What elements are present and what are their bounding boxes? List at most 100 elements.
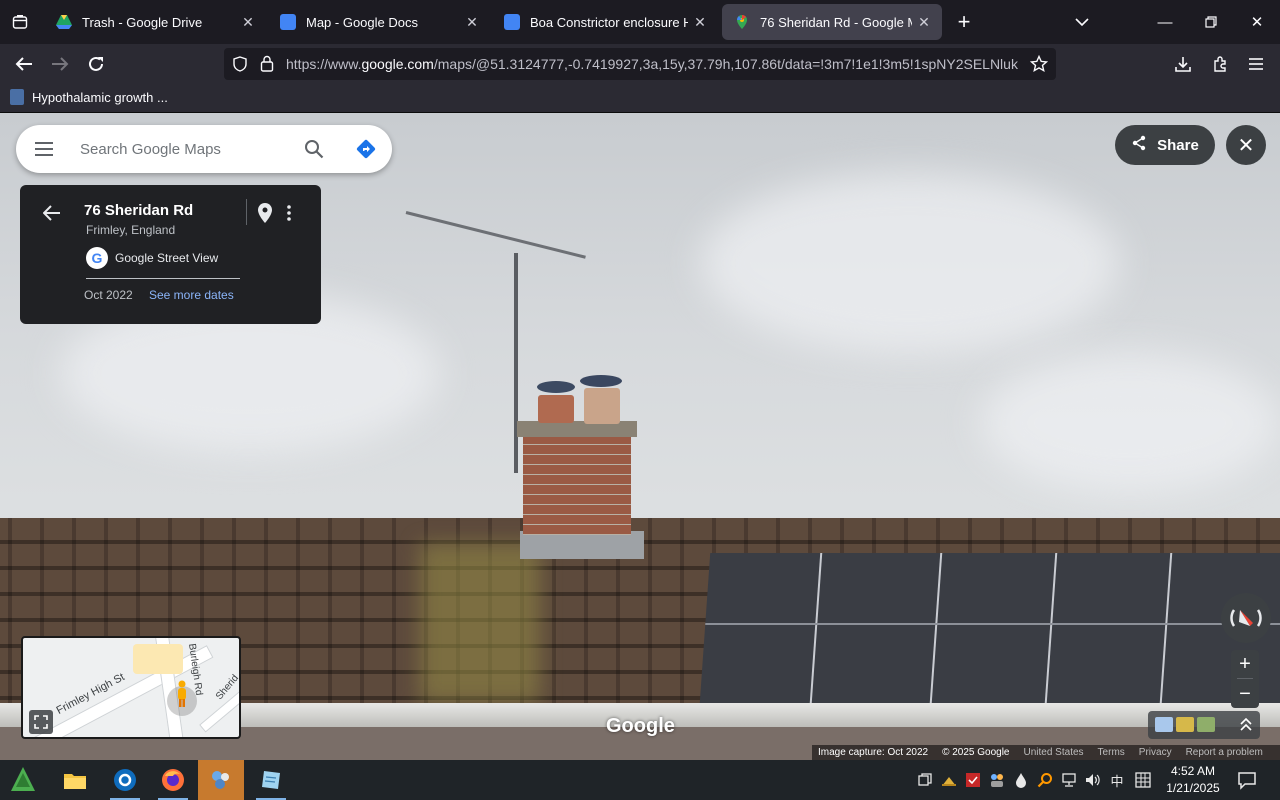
- google-docs-icon: [504, 14, 520, 30]
- volume-icon[interactable]: [1083, 770, 1103, 790]
- network-icon[interactable]: [1059, 770, 1079, 790]
- browser-tab-bar: Trash - Google Drive ✕ Map - Google Docs…: [0, 0, 1280, 44]
- app-icon[interactable]: [198, 760, 244, 800]
- chimney-pot-cowl: [580, 375, 622, 387]
- divider: [86, 278, 240, 279]
- document-icon: [10, 89, 24, 105]
- zoom-in-icon[interactable]: +: [1231, 650, 1259, 678]
- back-arrow-icon[interactable]: [8, 48, 40, 80]
- bookmark-star-icon[interactable]: [1029, 54, 1049, 78]
- compass-icon[interactable]: [1221, 593, 1271, 643]
- menu-icon[interactable]: [32, 137, 56, 161]
- notepad-icon[interactable]: [248, 760, 294, 800]
- capture-date: Oct 2022: [84, 288, 133, 302]
- bookmark-label: Hypothalamic growth ...: [32, 89, 168, 105]
- report-problem-link[interactable]: Report a problem: [1186, 747, 1263, 758]
- solar-panels: [699, 553, 1280, 703]
- clock-time: 4:52 AM: [1170, 764, 1216, 778]
- tab-google-docs-boa[interactable]: Boa Constrictor enclosure Hygi ✕: [492, 4, 718, 40]
- close-tab-icon[interactable]: ✕: [460, 14, 484, 31]
- cloud: [700, 173, 1120, 353]
- people-icon[interactable]: [987, 770, 1007, 790]
- weather-icon[interactable]: [939, 770, 959, 790]
- close-window-icon[interactable]: ✕: [1234, 0, 1280, 44]
- navigation-toolbar: https://www.google.com/maps/@51.3124777,…: [0, 44, 1280, 84]
- system-clock[interactable]: 4:52 AM 1/21/2025: [1160, 763, 1226, 797]
- tab-overview-icon[interactable]: [4, 6, 36, 38]
- droplet-icon[interactable]: [1011, 770, 1031, 790]
- privacy-link[interactable]: Privacy: [1139, 747, 1172, 758]
- source-label: Google Street View: [115, 251, 219, 265]
- attribution-bar: Image capture: Oct 2022 © 2025 Google Un…: [812, 745, 1280, 760]
- brick-chimney: [523, 435, 631, 535]
- terms-link[interactable]: Terms: [1098, 747, 1125, 758]
- close-tab-icon[interactable]: ✕: [236, 14, 260, 31]
- app-menu-icon[interactable]: [1240, 48, 1272, 80]
- fullscreen-icon[interactable]: [29, 710, 53, 734]
- street-view-panorama[interactable]: Google Image capture: Oct 2022 © 2025 Go…: [0, 113, 1280, 760]
- more-options-icon[interactable]: [278, 201, 300, 225]
- tab-title: Map - Google Docs: [306, 14, 418, 30]
- keyboard-grid-icon[interactable]: [1133, 770, 1153, 790]
- minimap[interactable]: Frimley High St Burleigh Rd Sherid: [21, 636, 241, 739]
- location-pin-icon[interactable]: [254, 201, 276, 225]
- place-subtitle: Frimley, England: [86, 223, 176, 237]
- expand-up-icon[interactable]: [1236, 715, 1256, 735]
- satellite-layer-thumb[interactable]: [1155, 717, 1173, 732]
- directions-icon[interactable]: [352, 135, 380, 163]
- tab-title: 76 Sheridan Rd - Google Maps: [760, 14, 912, 30]
- list-all-tabs-icon[interactable]: [1066, 6, 1098, 38]
- security-icon[interactable]: [963, 770, 983, 790]
- search-box: [16, 125, 392, 173]
- search-icon[interactable]: [1035, 770, 1055, 790]
- image-capture-date: Image capture: Oct 2022: [818, 747, 929, 758]
- share-button[interactable]: Share: [1115, 125, 1215, 165]
- copyright-text: © 2025 Google: [942, 747, 1010, 758]
- tab-google-maps[interactable]: 76 Sheridan Rd - Google Maps ✕: [722, 4, 942, 40]
- share-label: Share: [1157, 136, 1199, 154]
- roof-moss: [420, 543, 540, 703]
- country-link[interactable]: United States: [1024, 747, 1084, 758]
- tab-google-drive[interactable]: Trash - Google Drive ✕: [44, 4, 266, 40]
- search-icon[interactable]: [300, 135, 328, 163]
- map-layer-thumb[interactable]: [1197, 717, 1215, 732]
- close-tab-icon[interactable]: ✕: [688, 14, 712, 31]
- chimney-pot-cowl: [537, 381, 575, 393]
- google-docs-icon: [280, 14, 296, 30]
- forward-arrow-icon[interactable]: [44, 48, 76, 80]
- search-input[interactable]: [80, 137, 290, 161]
- chimney-pot: [538, 395, 574, 423]
- url-text[interactable]: https://www.google.com/maps/@51.3124777,…: [286, 56, 1022, 72]
- new-tab-icon[interactable]: +: [948, 6, 980, 38]
- close-tab-icon[interactable]: ✕: [912, 14, 936, 31]
- file-explorer-icon[interactable]: [52, 760, 98, 800]
- taskbar: 中 4:52 AM 1/21/2025: [0, 760, 1280, 800]
- shield-icon[interactable]: [232, 56, 248, 77]
- url-bar[interactable]: https://www.google.com/maps/@51.3124777,…: [224, 48, 1056, 80]
- street-view-source: G Google Street View: [86, 247, 218, 269]
- bookmarks-toolbar: Hypothalamic growth ...: [0, 84, 1280, 113]
- ime-indicator[interactable]: 中: [1107, 770, 1127, 790]
- notification-icon[interactable]: [1236, 769, 1258, 791]
- panel-divider: [809, 553, 823, 703]
- extensions-icon[interactable]: [1204, 48, 1236, 80]
- bookmark-item[interactable]: Hypothalamic growth ...: [10, 89, 168, 105]
- pegman-icon[interactable]: [175, 680, 189, 713]
- close-icon[interactable]: ✕: [1226, 125, 1266, 165]
- clock-date: 1/21/2025: [1166, 781, 1220, 795]
- firefox-icon[interactable]: [150, 760, 196, 800]
- chimney-flashing: [520, 531, 644, 559]
- see-more-dates-link[interactable]: See more dates: [149, 288, 234, 302]
- minimize-icon[interactable]: —: [1142, 0, 1188, 44]
- restore-icon[interactable]: [1188, 0, 1234, 44]
- reload-icon[interactable]: [80, 48, 112, 80]
- start-icon[interactable]: [0, 760, 46, 800]
- downloads-icon[interactable]: [1167, 48, 1199, 80]
- zoom-out-icon[interactable]: −: [1231, 680, 1259, 708]
- task-view-icon[interactable]: [915, 770, 935, 790]
- outlook-icon[interactable]: [102, 760, 148, 800]
- back-arrow-icon[interactable]: [40, 201, 64, 225]
- tab-google-docs-map[interactable]: Map - Google Docs ✕: [268, 4, 490, 40]
- terrain-layer-thumb[interactable]: [1176, 717, 1194, 732]
- lock-icon[interactable]: [260, 55, 274, 77]
